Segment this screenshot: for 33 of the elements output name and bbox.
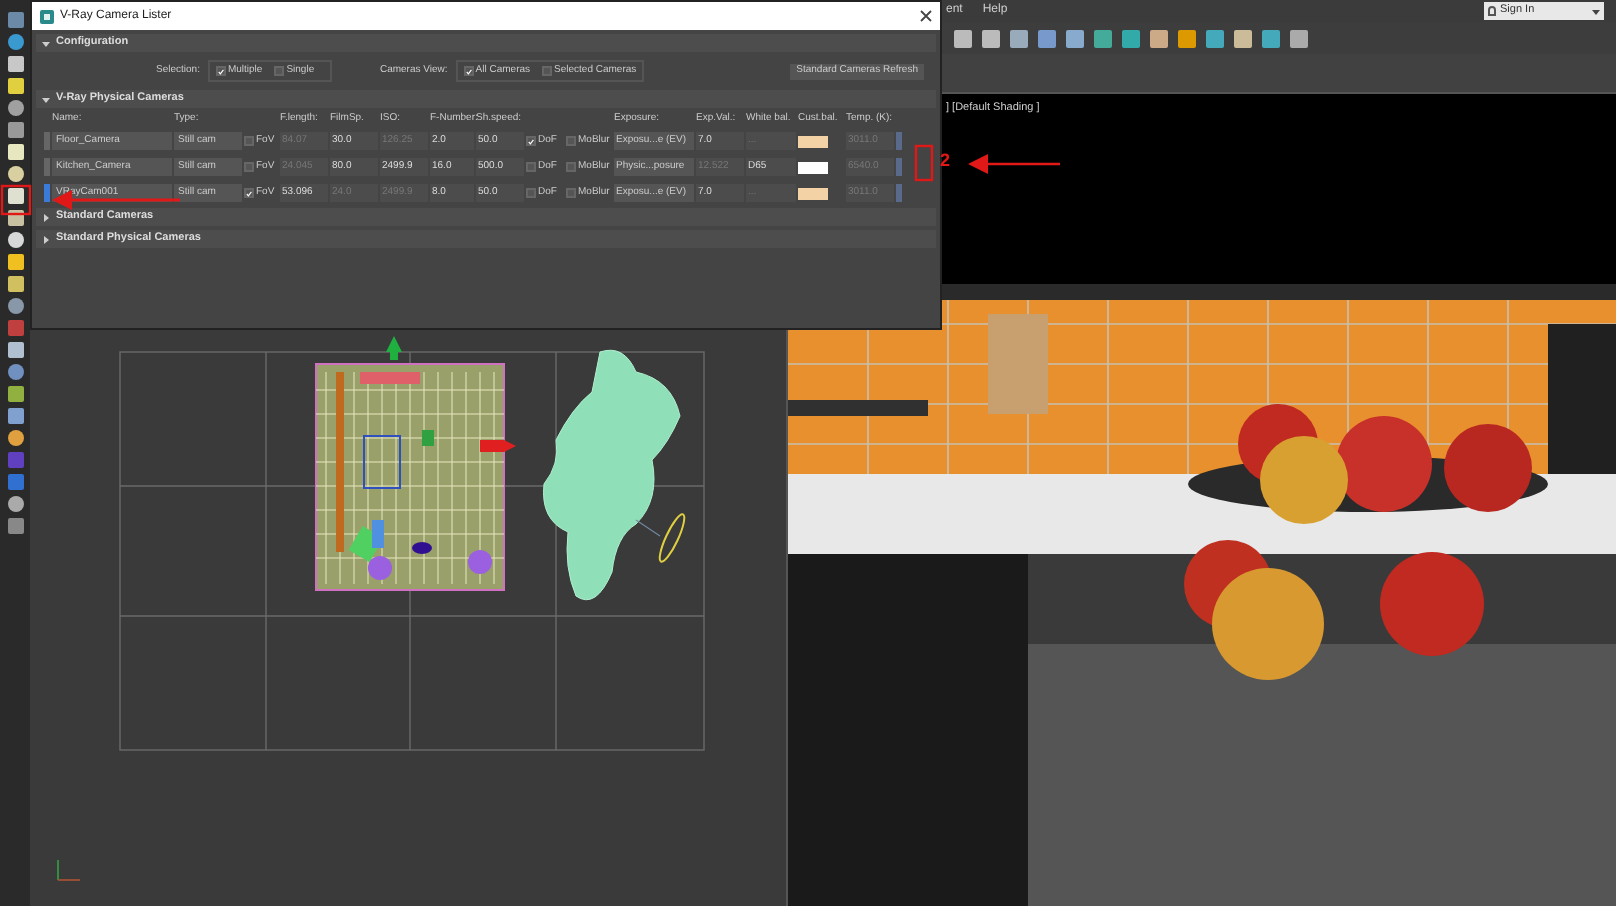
checkbox[interactable]: [526, 188, 536, 198]
checkbox[interactable]: [526, 162, 536, 172]
checkbox[interactable]: [215, 66, 226, 76]
checkbox[interactable]: [244, 136, 254, 146]
y-axis-arrow-icon: [386, 336, 402, 360]
checkbox[interactable]: [244, 188, 254, 198]
x-axis-arrow-icon: [480, 440, 516, 452]
collapsed-caret-icon: [42, 213, 50, 221]
close-icon[interactable]: [920, 10, 932, 22]
arrow-icon: [968, 154, 1060, 174]
arrow-icon: [52, 190, 180, 210]
app-icon: [40, 9, 54, 23]
color-swatch[interactable]: [798, 135, 828, 147]
checkbox[interactable]: [244, 162, 254, 172]
checkbox[interactable]: [274, 66, 285, 76]
highlight-frame: [914, 144, 934, 182]
color-swatch[interactable]: [798, 187, 828, 199]
collapsed-caret-icon: [42, 235, 50, 243]
camera-target-icon: [635, 513, 686, 563]
checkbox[interactable]: [542, 66, 553, 76]
highlight-frame: [0, 184, 32, 216]
checkbox[interactable]: [566, 162, 576, 172]
checkbox[interactable]: [566, 136, 576, 146]
row-handle[interactable]: [44, 184, 50, 202]
axis-gizmo-icon: [57, 859, 81, 881]
expanded-caret-icon: [42, 39, 50, 47]
caret-icon: [1592, 7, 1600, 15]
checkbox[interactable]: [566, 188, 576, 198]
user-icon: [1488, 6, 1496, 16]
checkbox[interactable]: [463, 66, 474, 76]
annotation-number: 2: [940, 152, 951, 170]
color-swatch[interactable]: [798, 161, 828, 173]
checkbox[interactable]: [526, 136, 536, 146]
